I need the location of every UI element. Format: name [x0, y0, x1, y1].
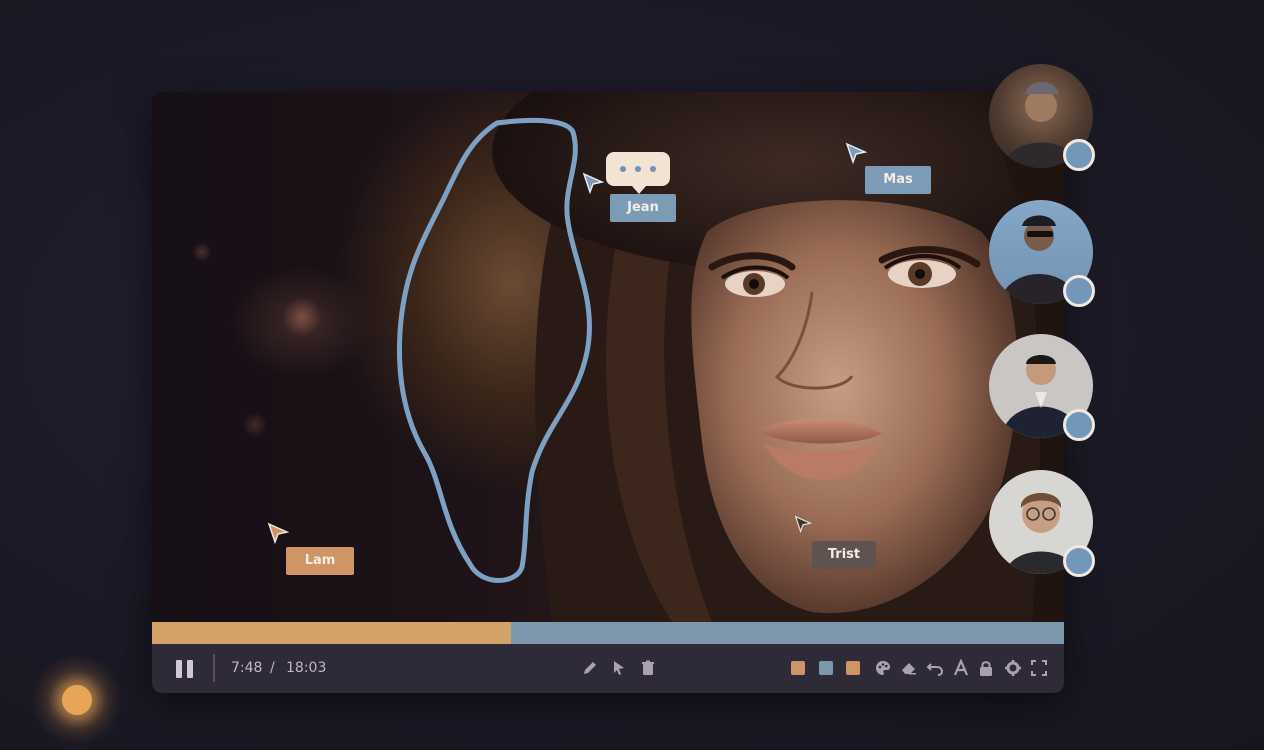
cursor-icon	[794, 515, 816, 537]
undo-icon[interactable]	[926, 659, 944, 677]
color-swatch-blue[interactable]	[819, 661, 833, 675]
cursor-icon	[267, 522, 289, 544]
color-swatch-peach[interactable]	[846, 661, 860, 675]
collaborator-name-tag: Trist	[812, 541, 876, 569]
collaborator-name-tag: Jean	[610, 194, 676, 222]
trash-icon[interactable]	[639, 659, 657, 677]
current-time: 7:48	[231, 660, 263, 676]
video-frame[interactable]: Jean Mas Lam Trist	[152, 92, 1064, 622]
avatar-status-badge	[1063, 275, 1095, 307]
settings-icon[interactable]	[1004, 659, 1022, 677]
fullscreen-icon[interactable]	[1030, 659, 1048, 677]
avatar-status-badge	[1063, 545, 1095, 577]
pointer-icon[interactable]	[610, 659, 628, 677]
collaborator-name-tag: Lam	[286, 547, 354, 575]
control-bar: 7:48 / 18:03	[152, 644, 1064, 693]
collaborator-name-tag: Mas	[865, 166, 931, 194]
chat-bubble[interactable]	[606, 152, 670, 194]
eraser-icon[interactable]	[900, 659, 918, 677]
progress-bar[interactable]	[152, 622, 1064, 644]
chat-dot	[635, 166, 641, 172]
pause-button[interactable]	[174, 658, 196, 680]
cursor-icon	[582, 172, 604, 194]
progress-fill	[152, 622, 512, 644]
ambient-glow-core	[62, 685, 92, 715]
pause-icon	[187, 660, 193, 678]
palette-icon[interactable]	[874, 659, 892, 677]
chat-dot	[620, 166, 626, 172]
chat-dot	[650, 166, 656, 172]
time-separator: /	[270, 660, 275, 676]
video-player: Jean Mas Lam Trist 7:48 / 18:03	[152, 92, 1064, 693]
text-icon[interactable]	[952, 659, 970, 677]
avatar-status-badge	[1063, 139, 1095, 171]
pencil-icon[interactable]	[581, 659, 599, 677]
avatar-status-badge	[1063, 409, 1095, 441]
color-swatch-orange[interactable]	[791, 661, 805, 675]
controls-divider	[213, 654, 215, 682]
lock-icon[interactable]	[977, 659, 995, 677]
pause-icon	[176, 660, 182, 678]
cursor-icon	[845, 142, 867, 164]
total-duration: 18:03	[286, 660, 327, 676]
